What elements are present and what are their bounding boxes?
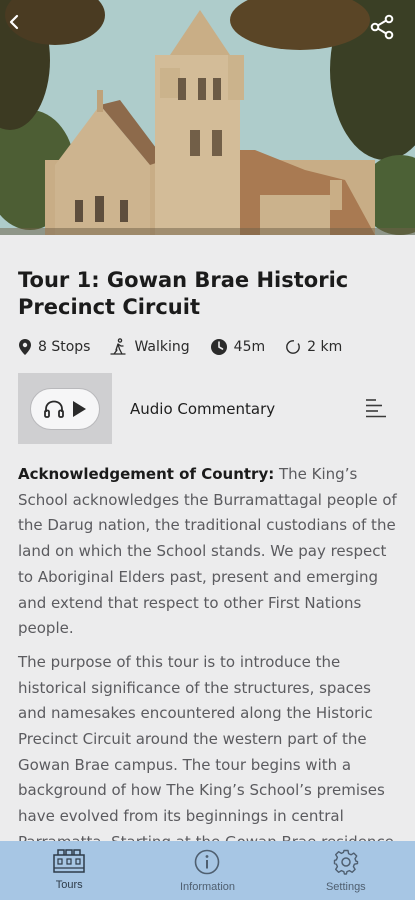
meta-mode-label: Walking [134, 339, 190, 355]
meta-stops: 8 Stops [18, 338, 90, 356]
clock-icon [210, 339, 227, 355]
church-photo [0, 0, 415, 235]
tour-meta: 8 Stops Walking 45m 2 km [18, 336, 397, 358]
meta-stops-label: 8 Stops [38, 339, 91, 355]
tour-content: Tour 1: Gowan Brae Historic Precinct Cir… [0, 235, 415, 841]
audio-commentary-row: Audio Commentary [18, 373, 397, 444]
map-pin-icon [19, 339, 31, 355]
share-icon [370, 14, 394, 40]
info-icon [195, 849, 220, 875]
bottom-navigation: Tours Information Settings [0, 841, 415, 900]
nav-tours-label: Tours [55, 879, 83, 891]
meta-duration-label: 45m [233, 339, 266, 355]
acknowledgement-text: The King’s School acknowledges the Burra… [18, 465, 397, 638]
meta-distance: 2 km [285, 339, 342, 355]
meta-distance-label: 2 km [307, 339, 343, 355]
nav-information-label: Information [179, 881, 235, 893]
acknowledgement-heading: Acknowledgement of Country: [18, 465, 275, 483]
gear-icon [333, 849, 359, 875]
headphones-icon [44, 400, 64, 418]
tour-title: Tour 1: Gowan Brae Historic Precinct Cir… [18, 268, 349, 319]
share-button[interactable] [369, 14, 401, 46]
meta-duration: 45m [210, 338, 265, 356]
transcript-button[interactable] [361, 394, 391, 424]
nav-tab-information[interactable]: Information [138, 841, 276, 900]
walking-icon [110, 338, 127, 355]
text-list-icon [366, 398, 386, 417]
chevron-left-icon [9, 14, 19, 30]
intro-paragraph: The purpose of this tour is to introduce… [18, 652, 394, 841]
distance-icon [286, 340, 301, 354]
back-button[interactable] [6, 14, 38, 46]
audio-commentary-label: Audio Commentary [130, 399, 276, 418]
nav-tab-settings[interactable]: Settings [277, 841, 415, 900]
nav-tab-tours[interactable]: Tours [0, 841, 138, 900]
acknowledgement-paragraph: Acknowledgement of Country: The King’s S… [18, 462, 397, 642]
play-icon [73, 400, 86, 417]
hero-image [0, 0, 415, 235]
tours-building-icon [53, 849, 85, 873]
audio-play-button[interactable] [30, 387, 100, 430]
nav-settings-label: Settings [325, 881, 366, 893]
meta-mode: Walking [110, 338, 190, 356]
audio-player-box [18, 373, 112, 444]
